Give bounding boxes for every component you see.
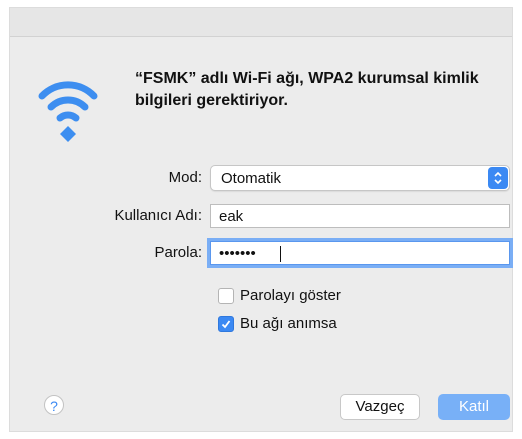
help-button[interactable]: ? (44, 395, 64, 415)
wifi-icon (38, 81, 98, 142)
show-password-checkbox[interactable] (218, 288, 234, 304)
message-line-1: “FSMK” adlı Wi-Fi ağı, WPA2 kurumsal kim… (135, 70, 479, 87)
remember-network-checkbox[interactable] (218, 316, 234, 332)
remember-network-label[interactable]: Bu ağı anımsa (240, 315, 337, 332)
text-caret (280, 246, 281, 262)
password-label: Parola: (154, 244, 202, 261)
dialog-message: “FSMK” adlı Wi-Fi ağı, WPA2 kurumsal kim… (135, 68, 495, 112)
password-field[interactable]: ••••••• (210, 241, 510, 265)
show-password-label[interactable]: Parolayı göster (240, 287, 341, 304)
join-button[interactable]: Katıl (438, 394, 510, 420)
checkmark-icon (221, 320, 231, 329)
username-field[interactable]: eak (210, 204, 510, 228)
title-bar[interactable] (10, 8, 512, 37)
message-line-2: bilgileri gerektiriyor. (135, 92, 288, 109)
cancel-button[interactable]: Vazgeç (340, 394, 420, 420)
password-value: ••••••• (219, 245, 256, 262)
wifi-auth-dialog: “FSMK” adlı Wi-Fi ağı, WPA2 kurumsal kim… (10, 8, 512, 431)
mode-select[interactable]: Otomatik (210, 165, 510, 191)
mode-value: Otomatik (221, 170, 282, 187)
username-label: Kullanıcı Adı: (114, 207, 202, 224)
select-arrows-icon (488, 167, 508, 189)
mode-label: Mod: (168, 169, 202, 186)
